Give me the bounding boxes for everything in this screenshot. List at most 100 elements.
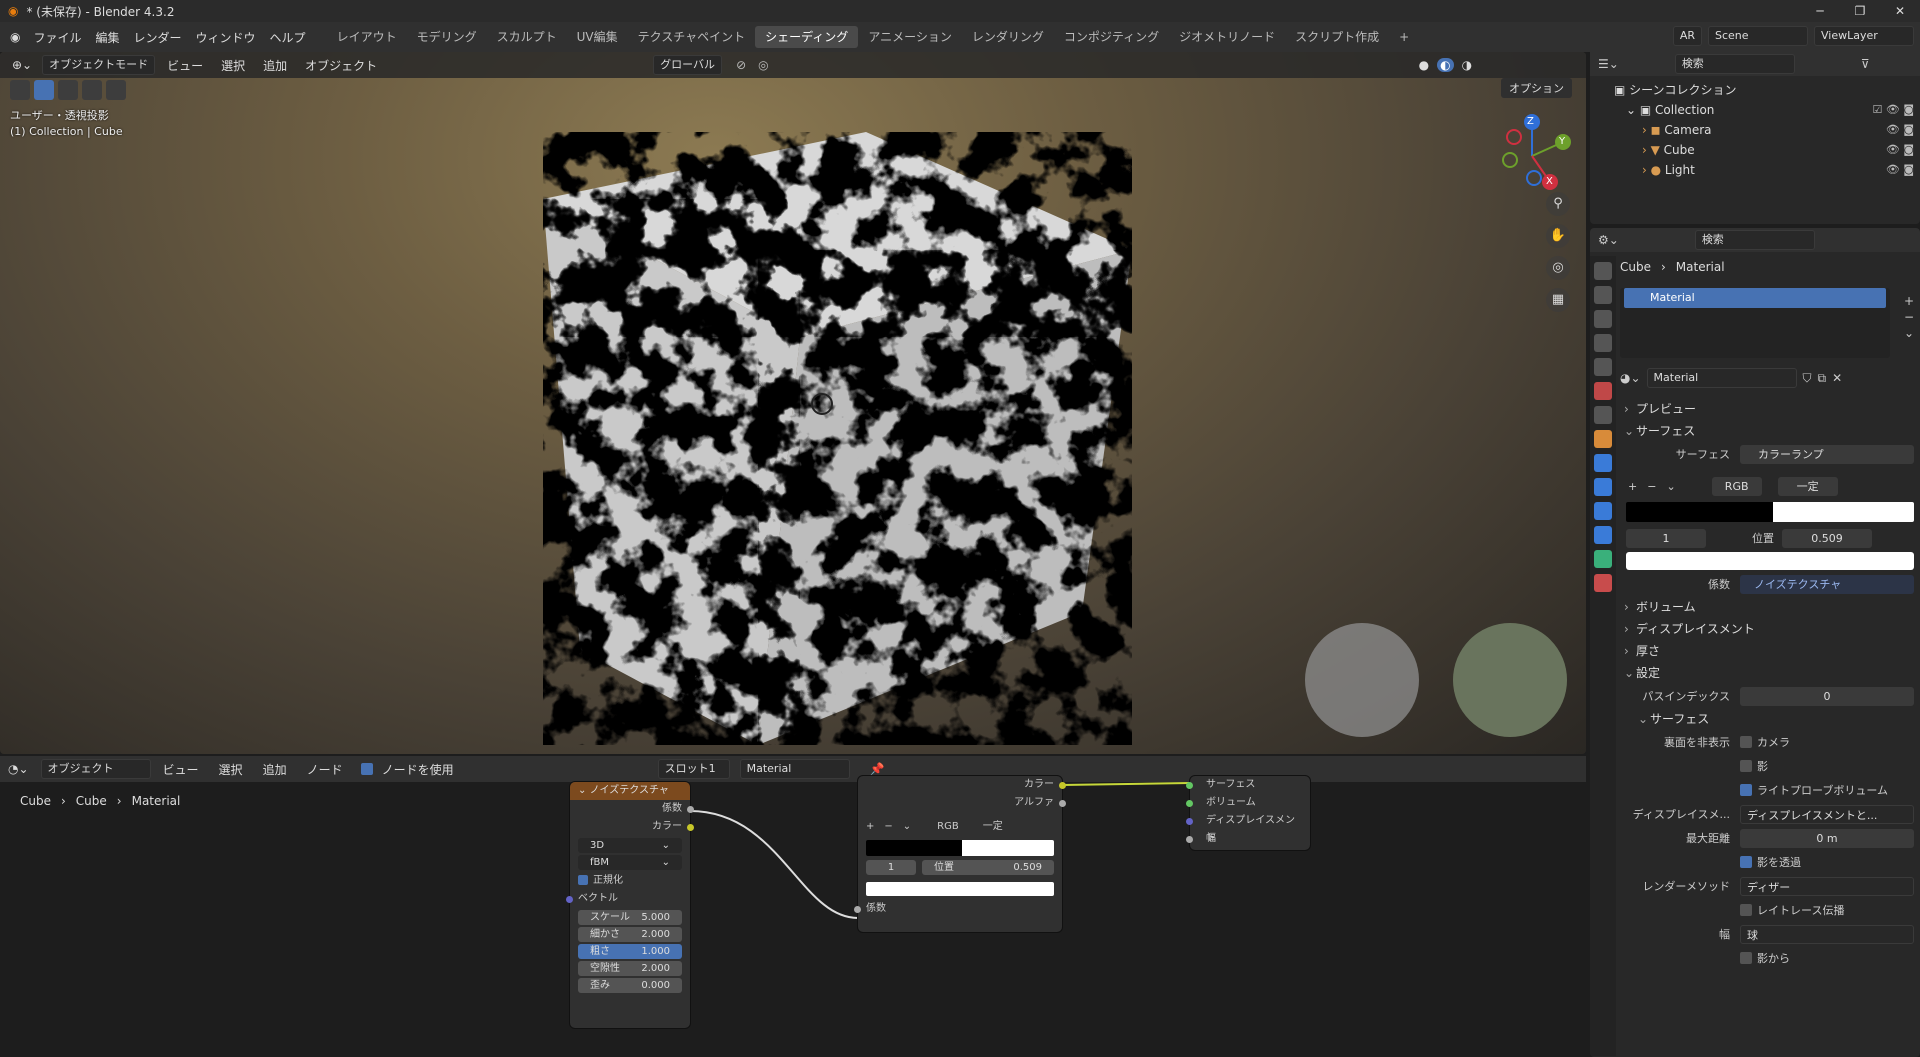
tab-uv[interactable]: UV編集 — [567, 26, 628, 48]
tab-scripting[interactable]: スクリプト作成 — [1285, 26, 1389, 48]
ramp-gradient-widget[interactable] — [866, 840, 1054, 856]
section-settings-surface[interactable]: サーフェス — [1634, 708, 1920, 730]
noise-dimension-dropdown[interactable]: 3D ⌄ — [578, 838, 682, 853]
max-distance-field[interactable]: 0 m — [1740, 828, 1914, 848]
color-ramp-node[interactable]: カラー アルファ + − ⌄ RGB 一定 1 位置 0.509 係数 — [854, 776, 1066, 932]
menu-help[interactable]: ヘルプ — [263, 29, 313, 46]
noise-cube[interactable] — [0, 52, 1586, 754]
material-output-node[interactable]: サーフェス ボリューム ディスプレイスメント 幅 — [1186, 776, 1310, 850]
section-surface[interactable]: サーフェス — [1620, 420, 1920, 442]
scene-tab-icon[interactable] — [1594, 358, 1612, 376]
surface-socket[interactable] — [1186, 782, 1193, 789]
outliner-item-cube[interactable]: › ▼ Cube 👁 ◙ — [1590, 140, 1920, 160]
noise-texture-node[interactable]: ⌄ ノイズテクスチャ 係数 カラー 3D ⌄ fBM ⌄ 正規化 ベクトル スケール… — [566, 782, 694, 1028]
material-tab-icon[interactable] — [1594, 574, 1612, 592]
collection-tab-icon[interactable] — [1594, 406, 1612, 424]
view-layer-tab-icon[interactable] — [1594, 334, 1612, 352]
minimize-icon[interactable]: ─ — [1800, 0, 1840, 22]
tab-texture-paint[interactable]: テクスチャペイント — [628, 26, 756, 48]
ramp-node-index[interactable]: 1 — [866, 860, 916, 875]
ramp-node-stop-color[interactable] — [866, 882, 1054, 896]
fac-link-field[interactable]: ノイズテクスチャ — [1740, 574, 1914, 594]
fac-socket[interactable] — [687, 806, 694, 813]
modifier-tab-icon[interactable] — [1594, 454, 1612, 472]
add-slot-button[interactable]: + — [1904, 294, 1914, 308]
raytrace-checkbox[interactable] — [1740, 904, 1752, 916]
ramp-color-mode[interactable]: RGB — [1711, 476, 1762, 496]
tab-shading[interactable]: シェーディング — [755, 26, 859, 48]
displacement-method-dropdown[interactable]: ディスプレイスメントと... — [1740, 804, 1914, 824]
ramp-stop-index[interactable]: 1 — [1626, 528, 1706, 548]
slot-menu-button[interactable]: ⌄ — [1904, 326, 1914, 340]
alpha-socket[interactable] — [1059, 800, 1066, 807]
physics-tab-icon[interactable] — [1594, 502, 1612, 520]
constraints-tab-icon[interactable] — [1594, 526, 1612, 544]
ramp-interpolation[interactable]: 一定 — [1777, 476, 1838, 496]
ramp-remove-button[interactable]: − — [884, 818, 892, 836]
tab-modeling[interactable]: モデリング — [407, 26, 487, 48]
menu-window[interactable]: ウィンドウ — [189, 29, 263, 46]
tab-compositing[interactable]: コンポジティング — [1054, 26, 1169, 48]
from-shadow-checkbox[interactable] — [1740, 952, 1752, 964]
tab-geometry-nodes[interactable]: ジオメトリノード — [1169, 26, 1285, 48]
fake-user-icon[interactable]: ⛉ — [1803, 371, 1812, 386]
pass-index-field[interactable]: 0 — [1740, 686, 1914, 706]
shadow-through-checkbox[interactable] — [1740, 856, 1752, 868]
color-socket[interactable] — [687, 824, 694, 831]
filter-icon[interactable]: ⊽ — [1861, 57, 1870, 71]
normalize-checkbox[interactable] — [578, 875, 588, 885]
ramp-remove-button[interactable]: − — [1647, 480, 1656, 493]
color-socket[interactable] — [1059, 782, 1066, 789]
world-tab-icon[interactable] — [1594, 382, 1612, 400]
pan-hand-icon[interactable]: ✋ — [1546, 224, 1570, 248]
scene-selector[interactable]: Scene — [1708, 26, 1808, 46]
ramp-menu-button[interactable]: ⌄ — [1666, 480, 1675, 493]
section-displacement[interactable]: ディスプレイスメント — [1620, 618, 1920, 640]
camera-checkbox[interactable] — [1740, 736, 1752, 748]
ramp-pos-field[interactable]: 0.509 — [1782, 528, 1872, 548]
maximize-icon[interactable]: ❐ — [1840, 0, 1880, 22]
shader-node-editor[interactable]: ◔⌄ オブジェクト ビュー 選択 追加 ノード ノードを使用 スロット1 Mat… — [0, 756, 1586, 1057]
material-icon[interactable]: ◕⌄ — [1620, 371, 1641, 385]
displacement-socket[interactable] — [1186, 818, 1193, 825]
ramp-stop-color[interactable] — [1626, 552, 1914, 570]
surface-shader-field[interactable]: カラーランプ — [1740, 444, 1914, 464]
grid-perspective-icon[interactable]: ▦ — [1546, 288, 1570, 312]
width-dropdown[interactable]: 球 — [1740, 924, 1914, 944]
volume-socket[interactable] — [1186, 800, 1193, 807]
ramp-add-button[interactable]: + — [866, 818, 874, 836]
data-tab-icon[interactable] — [1594, 550, 1612, 568]
viewlayer-selector[interactable]: ViewLayer — [1814, 26, 1914, 46]
blender-menu-icon[interactable]: ◉ — [10, 30, 20, 44]
collapse-icon[interactable]: ⌄ — [578, 785, 590, 796]
thickness-socket[interactable] — [1186, 836, 1193, 843]
shadow-checkbox[interactable] — [1740, 760, 1752, 772]
tab-rendering[interactable]: レンダリング — [962, 26, 1054, 48]
menu-edit[interactable]: 編集 — [89, 29, 127, 46]
render-method-dropdown[interactable]: ディザー — [1740, 876, 1914, 896]
outliner-item-light[interactable]: › ● Light 👁 ◙ — [1590, 160, 1920, 180]
ramp-menu-button[interactable]: ⌄ — [903, 818, 911, 836]
section-settings[interactable]: 設定 — [1620, 662, 1920, 684]
outliner-type-icon[interactable]: ☰⌄ — [1598, 57, 1619, 71]
outliner-item-camera[interactable]: › ◼ Camera 👁 ◙ — [1590, 120, 1920, 140]
noise-lacunarity-field[interactable]: 空隙性 2.000 — [578, 961, 682, 976]
visibility-eye-icon[interactable]: 👁 ◙ — [1886, 140, 1914, 160]
object-tab-icon[interactable] — [1594, 430, 1612, 448]
fac-socket[interactable] — [854, 906, 861, 913]
particles-tab-icon[interactable] — [1594, 478, 1612, 496]
axis-gizmo[interactable] — [1502, 114, 1571, 190]
noise-distortion-field[interactable]: 歪み 0.000 — [578, 978, 682, 993]
outliner-search[interactable]: 検索 — [1674, 54, 1795, 74]
noise-node-header[interactable]: ⌄ ノイズテクスチャ — [570, 782, 690, 800]
noise-detail-field[interactable]: 細かさ 2.000 — [578, 927, 682, 942]
visibility-eye-icon[interactable]: ☑ 👁 ◙ — [1873, 100, 1915, 120]
section-thickness[interactable]: 厚さ — [1620, 640, 1920, 662]
collection-row[interactable]: ⌄ ▣ Collection ☑ 👁 ◙ — [1590, 100, 1920, 120]
tool-tab-icon[interactable] — [1594, 262, 1612, 280]
visibility-eye-icon[interactable]: 👁 ◙ — [1886, 120, 1914, 140]
noise-roughness-field[interactable]: 粗さ 1.000 — [578, 944, 682, 959]
vector-socket[interactable] — [566, 896, 573, 903]
section-preview[interactable]: プレビュー — [1620, 398, 1920, 420]
output-tab-icon[interactable] — [1594, 310, 1612, 328]
